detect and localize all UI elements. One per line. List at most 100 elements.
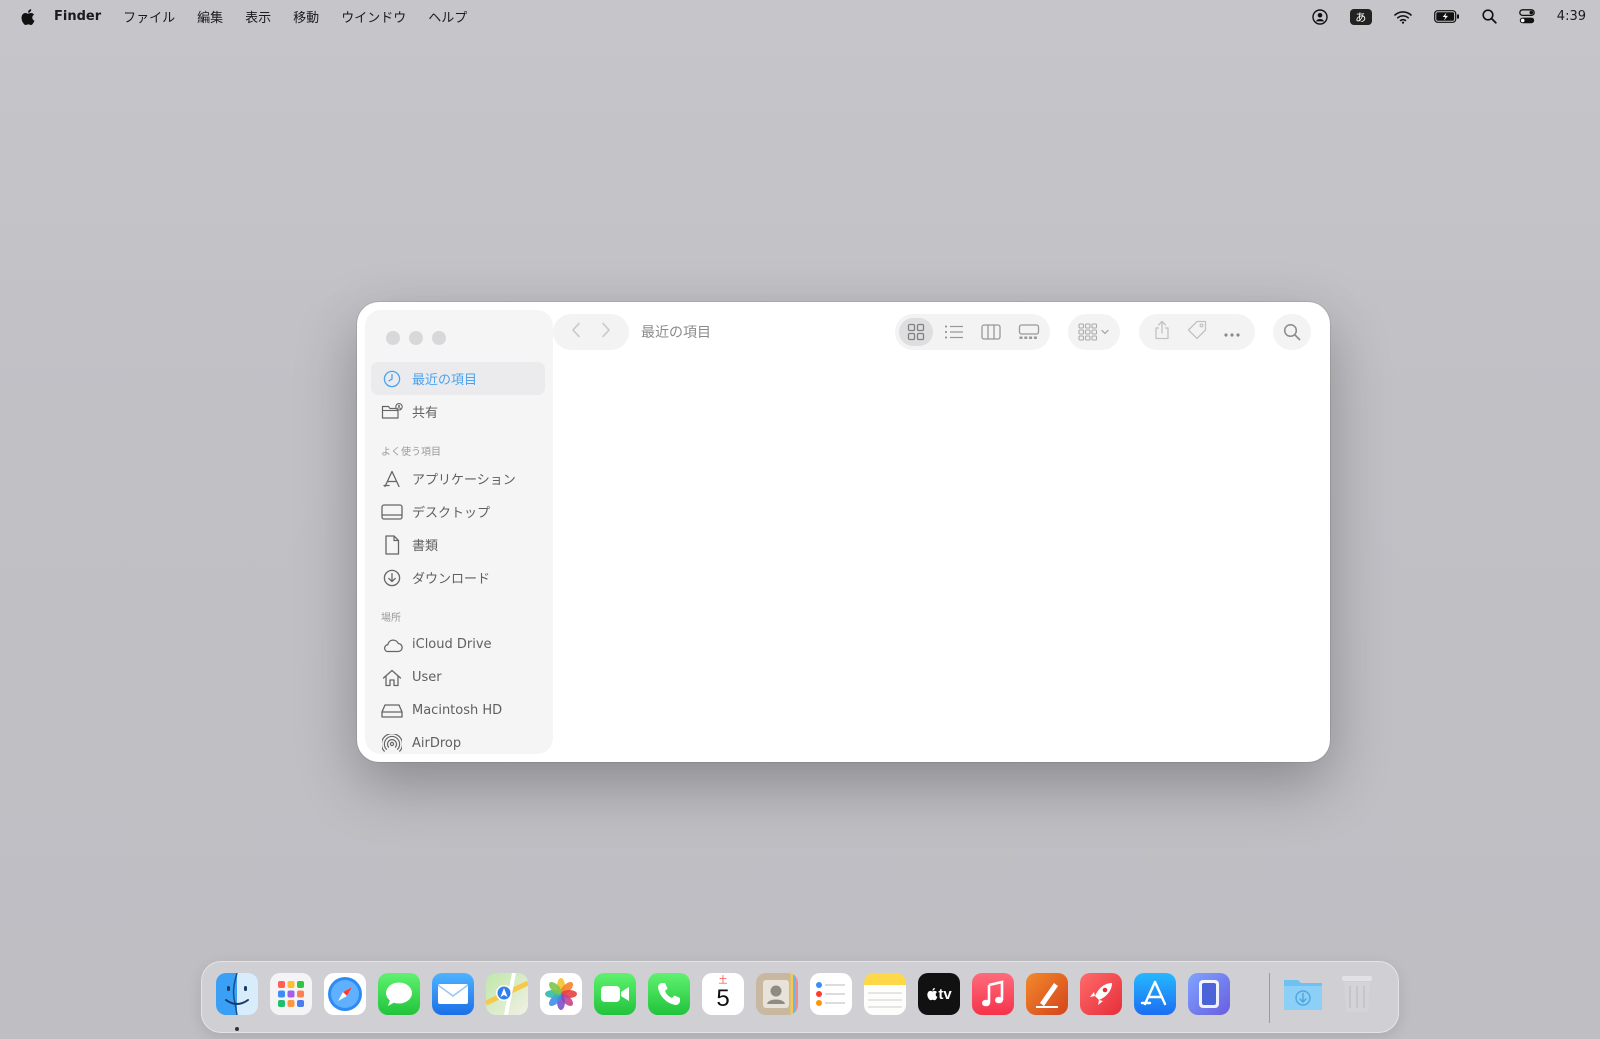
tag-button[interactable] xyxy=(1187,320,1207,344)
dock-rocket-icon[interactable] xyxy=(1080,973,1122,1015)
finder-window: 最近の項目 共有 よく使う項目 アプリケーション デスクトップ 書類 ダウンロー… xyxy=(357,302,1330,762)
user-icon[interactable] xyxy=(1312,8,1328,25)
columns-icon xyxy=(981,324,1001,340)
sidebar-item-airdrop[interactable]: AirDrop xyxy=(371,727,545,754)
menu-window[interactable]: ウインドウ xyxy=(341,7,406,26)
group-by-button[interactable] xyxy=(1068,314,1120,350)
tag-icon xyxy=(1187,320,1207,340)
gallery-view-button[interactable] xyxy=(1012,318,1046,346)
sidebar: 最近の項目 共有 よく使う項目 アプリケーション デスクトップ 書類 ダウンロー… xyxy=(365,310,553,754)
sidebar-item-icloud-drive[interactable]: iCloud Drive xyxy=(371,628,545,661)
menu-help[interactable]: ヘルプ xyxy=(428,7,467,26)
sidebar-item-label: ダウンロード xyxy=(412,572,491,587)
menu-file[interactable]: ファイル xyxy=(123,7,175,26)
minimize-button[interactable] xyxy=(409,331,423,345)
download-icon xyxy=(381,567,403,589)
grid-icon xyxy=(907,323,925,341)
sidebar-item-desktop[interactable]: デスクトップ xyxy=(371,495,545,528)
dock: 土 5 tv xyxy=(201,961,1399,1033)
chevron-right-icon xyxy=(602,322,610,338)
running-indicator xyxy=(235,1027,239,1031)
sidebar-item-label: デスクトップ xyxy=(412,506,491,521)
dock-messages-icon[interactable] xyxy=(378,973,420,1015)
sidebar-item-label: 書類 xyxy=(412,539,439,554)
search-button[interactable] xyxy=(1273,314,1311,350)
window-title: 最近の項目 xyxy=(641,325,711,341)
column-view-button[interactable] xyxy=(974,318,1008,346)
calendar-day: 5 xyxy=(716,985,730,1012)
sidebar-item-shared[interactable]: 共有 xyxy=(371,395,545,428)
dock-notes-icon[interactable] xyxy=(864,973,906,1015)
file-content-area[interactable] xyxy=(553,354,1330,762)
battery-icon[interactable] xyxy=(1433,10,1460,23)
apple-menu-icon[interactable] xyxy=(20,8,36,26)
locations-heading: 場所 xyxy=(381,613,401,624)
sidebar-item-downloads[interactable]: ダウンロード xyxy=(371,561,545,594)
sidebar-item-applications[interactable]: アプリケーション xyxy=(371,462,545,495)
zoom-button[interactable] xyxy=(432,331,446,345)
airdrop-icon xyxy=(381,733,403,755)
dock-launchpad-icon[interactable] xyxy=(270,973,312,1015)
dock-music-icon[interactable] xyxy=(972,973,1014,1015)
dock-downloads-folder-icon[interactable] xyxy=(1282,973,1324,1015)
icon-view-button[interactable] xyxy=(899,318,933,346)
dock-contacts-icon[interactable] xyxy=(756,973,798,1015)
dock-tv-icon[interactable]: tv xyxy=(918,973,960,1015)
app-name-menu[interactable]: Finder xyxy=(54,9,101,24)
tv-label: tv xyxy=(938,985,952,1003)
favorites-heading: よく使う項目 xyxy=(381,447,441,458)
action-buttons xyxy=(1139,314,1255,350)
back-button[interactable] xyxy=(571,322,581,342)
dock-photos-icon[interactable] xyxy=(540,973,582,1015)
menu-go[interactable]: 移動 xyxy=(293,7,319,26)
input-method-icon[interactable]: あ xyxy=(1349,8,1372,25)
dock-mail-icon[interactable] xyxy=(432,973,474,1015)
desktop-icon xyxy=(381,501,403,523)
group-grid-icon xyxy=(1078,323,1109,341)
view-mode-switcher xyxy=(895,314,1050,350)
dock-maps-icon[interactable] xyxy=(486,973,528,1015)
share-button[interactable] xyxy=(1153,320,1171,344)
apple-logo-icon xyxy=(927,987,938,1001)
menu-edit[interactable]: 編集 xyxy=(197,7,223,26)
dock-facetime-icon[interactable] xyxy=(594,973,636,1015)
dock-finder-icon[interactable] xyxy=(216,973,258,1015)
dock-iphone-mirroring-icon[interactable] xyxy=(1188,973,1230,1015)
dock-pages-icon[interactable] xyxy=(1026,973,1068,1015)
dock-safari-icon[interactable] xyxy=(324,973,366,1015)
share-icon xyxy=(1155,320,1169,340)
menu-bar: Finder ファイル 編集 表示 移動 ウインドウ ヘルプ あ 4:39 xyxy=(0,0,1600,33)
applications-icon xyxy=(381,468,403,490)
dock-phone-icon[interactable] xyxy=(648,973,690,1015)
sidebar-item-documents[interactable]: 書類 xyxy=(371,528,545,561)
forward-button[interactable] xyxy=(601,322,611,342)
sidebar-item-label: AirDrop xyxy=(412,736,462,751)
search-icon xyxy=(1283,323,1301,341)
ellipsis-icon xyxy=(1224,332,1240,337)
sidebar-item-label: iCloud Drive xyxy=(412,637,492,652)
dock-trash-icon[interactable] xyxy=(1336,973,1378,1015)
chevron-left-icon xyxy=(572,322,580,338)
sidebar-item-recents[interactable]: 最近の項目 xyxy=(371,362,545,395)
dock-app-store-icon[interactable] xyxy=(1134,973,1176,1015)
sidebar-item-label: アプリケーション xyxy=(412,473,516,488)
cloud-icon xyxy=(381,634,403,656)
menubar-clock[interactable]: 4:39 xyxy=(1557,9,1586,24)
shared-folder-icon xyxy=(381,401,403,423)
close-button[interactable] xyxy=(386,331,400,345)
dock-calendar-icon[interactable]: 土 5 xyxy=(702,973,744,1015)
sidebar-item-label: User xyxy=(412,670,442,685)
spotlight-icon[interactable] xyxy=(1482,9,1497,24)
menu-view[interactable]: 表示 xyxy=(245,7,271,26)
more-button[interactable] xyxy=(1223,323,1241,342)
control-center-icon[interactable] xyxy=(1518,9,1535,24)
sidebar-item-user[interactable]: User xyxy=(371,661,545,694)
sidebar-item-macintosh-hd[interactable]: Macintosh HD xyxy=(371,694,545,727)
disk-icon xyxy=(381,700,403,722)
sidebar-item-label: Macintosh HD xyxy=(412,703,503,718)
toolbar: 最近の項目 xyxy=(553,310,1322,350)
dock-reminders-icon[interactable] xyxy=(810,973,852,1015)
wifi-icon[interactable] xyxy=(1393,10,1412,24)
navigation-buttons xyxy=(553,314,629,350)
list-view-button[interactable] xyxy=(937,318,971,346)
